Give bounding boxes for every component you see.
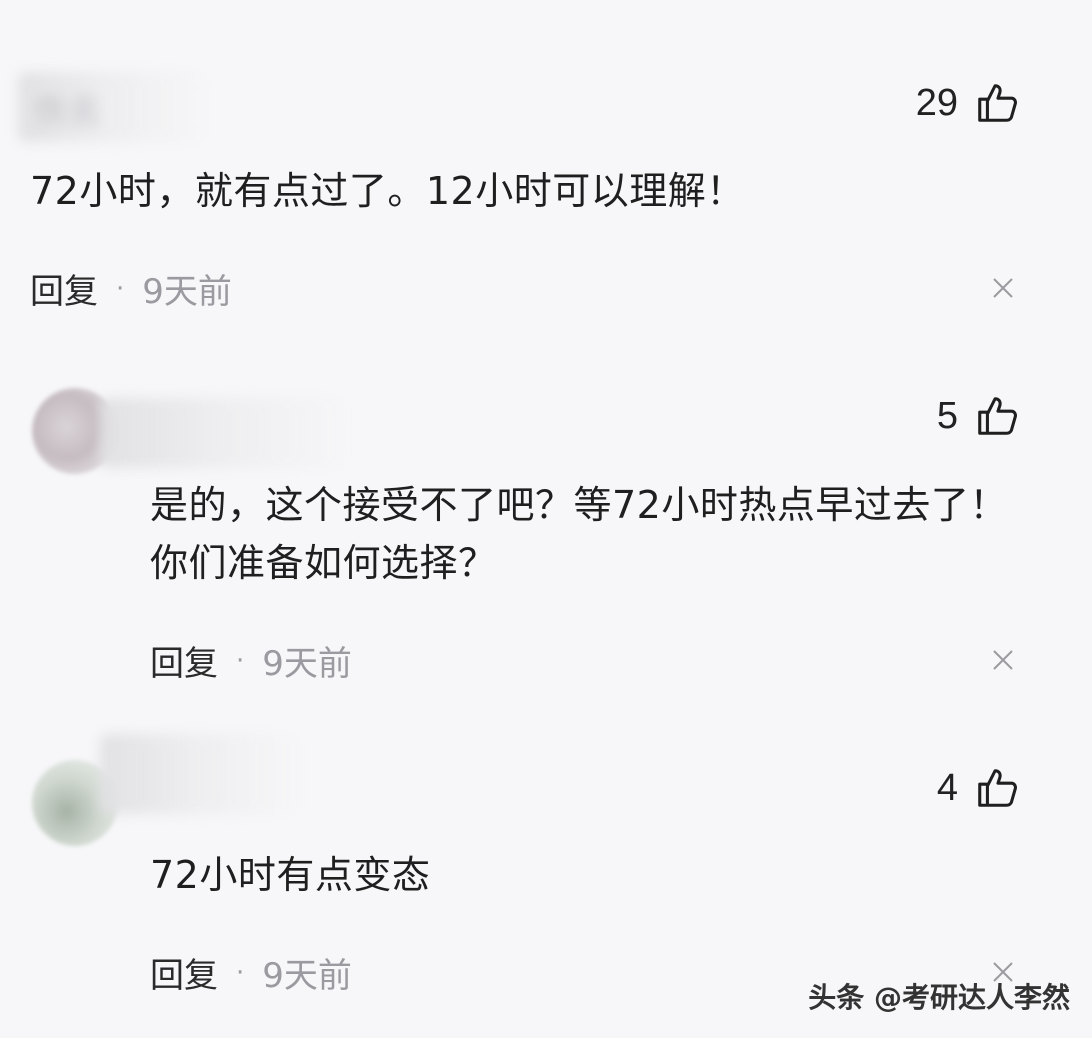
separator-dot: · (236, 645, 245, 676)
username-blurred (100, 734, 300, 814)
thumbs-up-icon[interactable] (974, 80, 1020, 126)
comment-meta: 回复 · 9天前 (150, 948, 352, 997)
reply-button[interactable]: 回复 (150, 948, 218, 997)
thumbs-up-icon[interactable] (974, 393, 1020, 439)
watermark: 头条 @考研达人李然 (808, 981, 1070, 1014)
timestamp: 9天前 (262, 644, 352, 684)
comment-text: 72小时，就有点过了。12小时可以理解！ (30, 169, 745, 213)
comment-text: 是的，这个接受不了吧？等72小时热点早过去了！你们准备如何选择？ (150, 483, 1008, 585)
username-blurred (100, 398, 350, 468)
timestamp: 9天前 (262, 956, 352, 996)
username-blurred: 佚名 (18, 72, 208, 142)
separator-dot: · (236, 957, 245, 988)
thumbs-up-icon[interactable] (974, 765, 1020, 811)
comment-meta: 回复 · 9天前 (150, 636, 352, 685)
comment-meta: 回复 · 9天前 (30, 264, 232, 313)
like-count: 5 (936, 394, 958, 437)
close-icon[interactable] (992, 277, 1014, 299)
like-button[interactable]: 4 (937, 765, 1020, 811)
like-count: 29 (915, 81, 958, 124)
close-icon[interactable] (992, 649, 1014, 671)
timestamp: 9天前 (142, 272, 232, 312)
like-button[interactable]: 29 (916, 80, 1020, 126)
comment-text: 72小时有点变态 (150, 853, 431, 897)
like-button[interactable]: 5 (937, 393, 1020, 439)
like-count: 4 (936, 766, 958, 809)
reply-button[interactable]: 回复 (30, 264, 98, 313)
separator-dot: · (116, 273, 125, 304)
reply-button[interactable]: 回复 (150, 636, 218, 685)
